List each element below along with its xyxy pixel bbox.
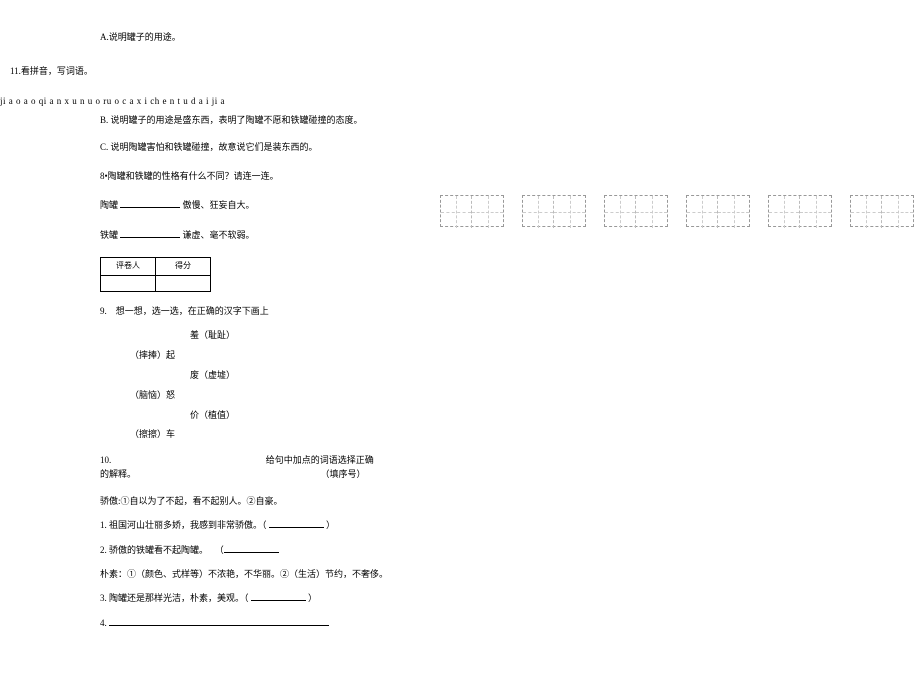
q10-item4: 4. — [100, 618, 107, 628]
q8-row1: 陶罐 傲慢、狂妄自大。 — [100, 198, 430, 212]
q9-title: 9. 想一想，选一选，在正确的汉字下画上 — [100, 304, 430, 318]
q10-item1-end: ） — [326, 520, 335, 530]
score-h2: 得分 — [156, 258, 211, 276]
writing-box-2[interactable] — [522, 195, 586, 227]
writing-cell[interactable] — [800, 196, 831, 228]
q10-hint: （填序号） — [321, 469, 366, 479]
score-cell1[interactable] — [101, 275, 156, 291]
writing-cell[interactable] — [523, 196, 554, 228]
writing-cell[interactable] — [882, 196, 913, 228]
q8-row1-right: 傲慢、狂妄自大。 — [183, 200, 255, 210]
writing-cell[interactable] — [769, 196, 800, 228]
q10-num: 10. — [100, 455, 111, 465]
option-b: B. 说明罐子的用途是盛东西，表明了陶罐不愿和铁罐碰撞的态度。 — [100, 113, 430, 127]
q10-tail: 的解释。 — [100, 469, 136, 479]
q9-r1a: （摔捧）起 — [130, 350, 175, 360]
q11-title: 11.看拼音，写词语。 — [10, 64, 430, 78]
option-c: C. 说明陶罐害怕和铁罐碰撞，故意说它们是装东西的。 — [100, 140, 430, 154]
q8-blank2[interactable] — [120, 237, 180, 238]
q10-blank3[interactable] — [251, 600, 306, 601]
option-a: A.说明罐子的用途。 — [100, 30, 430, 44]
q10-item1: 1. 祖国河山壮丽多娇，我感到非常骄傲。（ ） — [100, 518, 430, 532]
q10-text: 给句中加点的词语选择正确 — [266, 455, 374, 465]
q9-r3a: （擦擦）车 — [130, 429, 175, 439]
q10-def2: 朴素：①（颜色、式样等）不浓艳，不华丽。②（生活）节约，不奢侈。 — [100, 567, 430, 581]
q10-item2: 2. 骄傲的铁罐看不起陶罐。 — [100, 545, 208, 555]
writing-boxes — [440, 195, 914, 227]
q10-item3-end: ） — [308, 593, 317, 603]
q10-blank1[interactable] — [269, 527, 324, 528]
writing-box-4[interactable] — [686, 195, 750, 227]
q10-item2-wrap: 2. 骄傲的铁罐看不起陶罐。 （ — [100, 543, 430, 557]
score-cell2[interactable] — [156, 275, 211, 291]
score-table: 评卷人 得分 — [100, 257, 211, 292]
writing-cell[interactable] — [472, 196, 503, 228]
q8-row2: 铁罐 谦虚、毫不软弱。 — [100, 228, 430, 242]
q9-row1: 羞（耻趾） （摔捧）起 废（虚墟） （脑恼）怒 价（植值） （擦擦）车 — [130, 326, 430, 445]
q8-row1-left: 陶罐 — [100, 200, 118, 210]
q10-item3: 3. 陶罐还是那样光洁，朴素，美观。（ — [100, 593, 249, 603]
writing-cell[interactable] — [554, 196, 585, 228]
writing-box-3[interactable] — [604, 195, 668, 227]
writing-box-1[interactable] — [440, 195, 504, 227]
writing-cell[interactable] — [851, 196, 882, 228]
q9-r2b: 废（虚墟） — [190, 366, 235, 386]
q10-def1: 骄傲:①自以为了不起，看不起别人。②自豪。 — [100, 494, 430, 508]
q10-blank2[interactable] — [224, 552, 279, 553]
writing-cell[interactable] — [441, 196, 472, 228]
q8-text: 8•陶罐和铁罐的性格有什么不同？请连一连。 — [100, 169, 430, 183]
q10-title: 10. 给句中加点的词语选择正确 的解释。 （填序号） — [100, 453, 430, 482]
q10-item3-wrap: 3. 陶罐还是那样光洁，朴素，美观。（ ） — [100, 591, 430, 605]
q9-r2a: （脑恼）怒 — [130, 390, 175, 400]
q8-row2-right: 谦虚、毫不软弱。 — [183, 230, 255, 240]
q10-blank4[interactable] — [109, 625, 329, 626]
q11-pinyin: ji a o a o qi a n x u n u o ru o c a x i… — [0, 94, 430, 108]
q8-row2-left: 铁罐 — [100, 230, 118, 240]
writing-box-6[interactable] — [850, 195, 914, 227]
q10-item1-text: 1. 祖国河山壮丽多娇，我感到非常骄傲。（ — [100, 520, 267, 530]
q8-blank1[interactable] — [120, 207, 180, 208]
q9-r3b: 价（植值） — [190, 406, 235, 426]
writing-cell[interactable] — [718, 196, 749, 228]
writing-cell[interactable] — [636, 196, 667, 228]
writing-cell[interactable] — [605, 196, 636, 228]
score-h1: 评卷人 — [101, 258, 156, 276]
q10-item4-wrap: 4. — [100, 616, 430, 630]
q9-r1b: 羞（耻趾） — [190, 326, 235, 346]
writing-cell[interactable] — [687, 196, 718, 228]
writing-box-5[interactable] — [768, 195, 832, 227]
